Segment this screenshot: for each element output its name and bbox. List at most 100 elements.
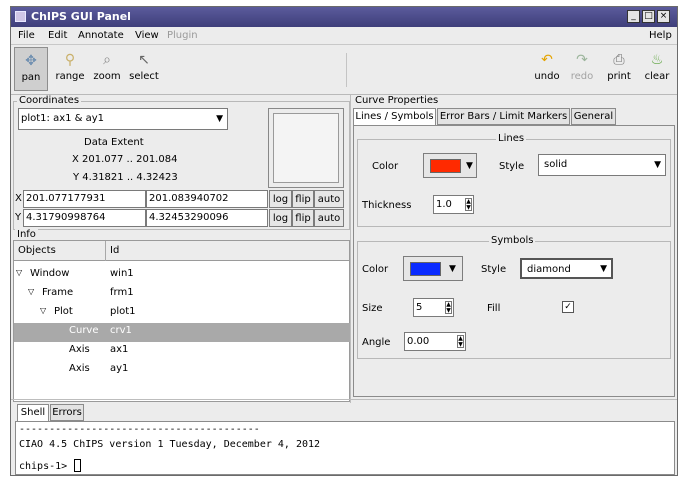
select-tool[interactable]: ↖ select: [126, 47, 162, 91]
thickness-spinner[interactable]: 1.0 ▲ ▼: [433, 195, 474, 214]
symbol-style-select[interactable]: diamond ▼: [520, 258, 613, 279]
tab-shell[interactable]: Shell: [17, 404, 49, 422]
x-max-field[interactable]: 201.083940702: [146, 190, 268, 208]
tab-lines-symbols[interactable]: Lines / Symbols: [353, 108, 436, 126]
line-color-swatch: [430, 159, 461, 173]
y-log-button[interactable]: log: [269, 209, 292, 227]
tab-general[interactable]: General: [571, 108, 616, 125]
line-color-button[interactable]: ▼: [423, 153, 477, 178]
y-extent: Y 4.31821 .. 4.32423: [73, 172, 178, 183]
plot-preview[interactable]: [268, 108, 344, 188]
shell-console[interactable]: ----------------------------------------…: [15, 421, 675, 475]
x-extent: X 201.077 .. 201.084: [72, 154, 178, 165]
plot-select[interactable]: plot1: ax1 & ay1 ▼: [18, 108, 228, 130]
fill-label: Fill: [487, 303, 501, 314]
menu-file[interactable]: File: [18, 30, 35, 41]
x-flip-button[interactable]: flip: [292, 190, 314, 208]
data-extent-title: Data Extent: [84, 137, 144, 148]
menu-plugin: Plugin: [167, 30, 198, 41]
pan-tool[interactable]: ✥ pan: [14, 47, 48, 91]
chevron-down-icon: ▼: [654, 160, 661, 170]
tab-error-bars[interactable]: Error Bars / Limit Markers: [437, 108, 570, 125]
col-divider: [105, 241, 106, 261]
thickness-label: Thickness: [362, 200, 412, 211]
redo-button: ↷ redo: [567, 47, 597, 91]
minimize-button[interactable]: _: [627, 10, 640, 23]
line-style-select[interactable]: solid ▼: [538, 154, 666, 176]
app-icon: [15, 11, 26, 22]
menu-annotate[interactable]: Annotate: [78, 30, 124, 41]
y-max-field[interactable]: 4.32453290096: [146, 209, 268, 227]
clear-button[interactable]: ♨ clear: [641, 47, 673, 91]
shell-divider[interactable]: [11, 399, 677, 400]
angle-spinner[interactable]: 0.00 ▲ ▼: [404, 332, 466, 351]
fill-checkbox[interactable]: ✓: [562, 301, 574, 313]
tree-object: Curve: [69, 325, 99, 336]
col-objects[interactable]: Objects: [18, 245, 56, 256]
undo-icon: ↶: [541, 52, 553, 68]
select-label: select: [129, 71, 159, 82]
angle-label: Angle: [362, 337, 391, 348]
range-label: range: [55, 71, 85, 82]
symbol-color-label: Color: [362, 264, 389, 275]
thickness-value: 1.0: [436, 199, 452, 210]
toolbar: ✥ pan ⚲ range ⌕ zoom ↖ select ↶ undo ↷ r…: [11, 45, 677, 95]
tree-row-curve[interactable]: Curve crv1: [14, 323, 351, 342]
pan-icon: ✥: [25, 53, 37, 69]
tree-row-axis-x[interactable]: Axis ax1: [14, 342, 351, 361]
spinner-arrows-icon[interactable]: ▲ ▼: [465, 198, 472, 211]
console-prompt: chips-1>: [19, 461, 68, 472]
col-id[interactable]: Id: [110, 245, 119, 256]
tree-row-frame[interactable]: ▽ Frame frm1: [14, 285, 351, 304]
menu-help[interactable]: Help: [649, 30, 672, 41]
checkmark-icon: ✓: [564, 302, 572, 312]
triangle-down-icon: ▽: [28, 287, 35, 296]
y-auto-button[interactable]: auto: [314, 209, 344, 227]
angle-value: 0.00: [407, 336, 430, 347]
printer-icon: ⎙: [613, 52, 625, 68]
tree-object: Plot: [54, 306, 73, 317]
tree-row-plot[interactable]: ▽ Plot plot1: [14, 304, 351, 323]
y-flip-button[interactable]: flip: [292, 209, 314, 227]
size-label: Size: [362, 303, 383, 314]
size-spinner[interactable]: 5 ▲ ▼: [413, 298, 454, 317]
x-log-button[interactable]: log: [269, 190, 292, 208]
menu-view[interactable]: View: [135, 30, 159, 41]
chevron-down-icon: ▼: [216, 114, 223, 124]
tree-row-axis-y[interactable]: Axis ay1: [14, 361, 351, 380]
menu-edit[interactable]: Edit: [48, 30, 67, 41]
print-button[interactable]: ⎙ print: [604, 47, 634, 91]
zoom-icon: ⌕: [103, 52, 111, 68]
undo-button[interactable]: ↶ undo: [532, 47, 562, 91]
triangle-down-icon: ▽: [16, 268, 23, 277]
range-tool[interactable]: ⚲ range: [52, 47, 88, 91]
tree-header: Objects Id: [14, 241, 349, 261]
close-button[interactable]: ×: [657, 10, 670, 23]
title-bar[interactable]: ChIPS GUI Panel _ □ ×: [11, 7, 677, 27]
triangle-down-icon: ▽: [40, 306, 47, 315]
zoom-tool[interactable]: ⌕ zoom: [91, 47, 123, 91]
tree-row-window[interactable]: ▽ Window win1: [14, 266, 351, 285]
pointer-icon: ↖: [138, 52, 150, 68]
preview-frame: [273, 113, 339, 183]
symbol-style-label: Style: [481, 264, 507, 275]
tab-errors[interactable]: Errors: [50, 404, 84, 421]
spinner-arrows-icon[interactable]: ▲ ▼: [445, 301, 452, 314]
pane-divider[interactable]: [350, 95, 351, 403]
symbol-color-swatch: [410, 262, 441, 276]
maximize-button[interactable]: □: [642, 10, 655, 23]
x-min-field[interactable]: 201.077177931: [23, 190, 146, 208]
y-min-field[interactable]: 4.31790998764: [23, 209, 146, 227]
chevron-down-icon: ▼: [600, 264, 607, 274]
x-auto-button[interactable]: auto: [314, 190, 344, 208]
print-label: print: [607, 71, 631, 82]
redo-label: redo: [570, 71, 594, 82]
object-tree: Objects Id ▽ Window win1 ▽ Frame frm1 ▽ …: [13, 240, 351, 402]
symbol-color-button[interactable]: ▼: [403, 256, 463, 281]
tree-object: Axis: [69, 363, 90, 374]
redo-icon: ↷: [576, 52, 588, 68]
pan-label: pan: [21, 72, 41, 83]
tree-id: plot1: [110, 306, 136, 317]
info-title: Info: [15, 229, 38, 240]
spinner-arrows-icon[interactable]: ▲ ▼: [457, 335, 464, 348]
